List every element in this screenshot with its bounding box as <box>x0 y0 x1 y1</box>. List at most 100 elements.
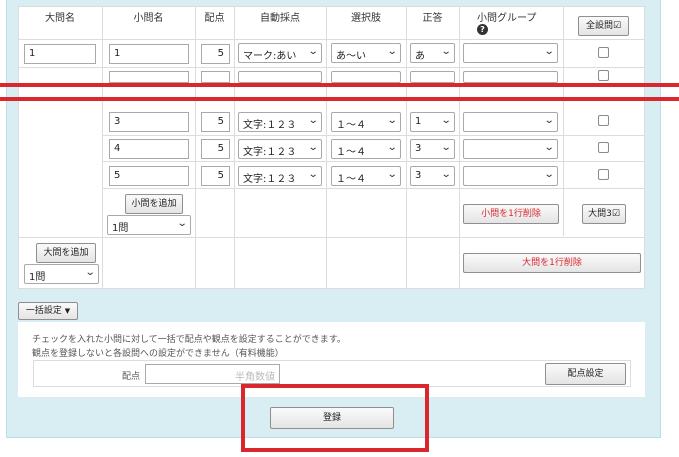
score-input[interactable]: 5 <box>201 44 230 64</box>
chevron-down-icon: ⌄ <box>440 169 452 180</box>
score-input[interactable]: 5 <box>201 112 230 132</box>
chevron-down-icon: ⌄ <box>307 46 319 57</box>
correct-answer-value: 3 <box>415 170 422 181</box>
correct-answer-select[interactable]: あ ⌄ <box>410 43 455 63</box>
auto-grading-select[interactable] <box>238 71 322 83</box>
auto-grading-select[interactable]: 文字:１２３ ⌄ <box>238 139 322 159</box>
header-group-label: 小問グループ <box>477 13 537 24</box>
group-select[interactable]: ⌄ <box>463 112 558 132</box>
chevron-down-icon: ⌄ <box>440 115 452 126</box>
auto-grading-select[interactable]: 文字:１２３ ⌄ <box>238 166 322 186</box>
bulk-score-set-button[interactable]: 配点設定 <box>545 363 626 385</box>
header-daimon: 大問名 <box>45 13 75 24</box>
correct-answer-value: 3 <box>415 143 422 154</box>
choices-value: １〜４ <box>336 174 366 185</box>
row-checkbox[interactable] <box>598 115 609 126</box>
table-divider <box>195 6 196 289</box>
bulk-desc-line1: チェックを入れた小問に対して一括で配点や観点を設定することができます。 <box>32 335 346 345</box>
choices-value: あ〜い <box>336 51 366 62</box>
bulk-score-label: 配点 <box>121 372 140 382</box>
auto-grading-select[interactable]: マーク:あい ⌄ <box>238 43 322 63</box>
header-auto-grading: 自動採点 <box>260 13 300 24</box>
correct-answer-select[interactable]: 3 ⌄ <box>410 166 455 186</box>
choices-select[interactable]: １〜４ ⌄ <box>331 166 401 186</box>
delete-daimon-row-button[interactable]: 大問を1行削除 <box>463 253 641 273</box>
table-divider <box>563 6 564 236</box>
score-input[interactable] <box>201 71 230 83</box>
delete-shomon-row-button[interactable]: 小問を1行削除 <box>463 204 559 224</box>
table-border <box>18 6 19 289</box>
help-icon[interactable]: ? <box>477 24 488 35</box>
bulk-settings-toggle[interactable]: 一括設定 ▼ <box>18 302 78 320</box>
chevron-down-icon: ⌄ <box>386 142 398 153</box>
chevron-down-icon: ⌄ <box>543 169 555 180</box>
choices-select[interactable]: １〜４ ⌄ <box>331 112 401 132</box>
correct-answer-value: 1 <box>415 116 422 127</box>
add-daimon-button[interactable]: 大問を追加 <box>36 243 96 263</box>
choices-select[interactable]: あ〜い ⌄ <box>331 43 401 63</box>
group-select[interactable]: ⌄ <box>463 139 558 159</box>
daimon3-check-button[interactable]: 大問3☑ <box>582 204 626 224</box>
correct-answer-select[interactable] <box>410 71 455 83</box>
row-checkbox[interactable] <box>598 70 609 81</box>
choices-value: １〜４ <box>336 120 366 131</box>
row-checkbox[interactable] <box>598 169 609 180</box>
correct-answer-select[interactable]: 1 ⌄ <box>410 112 455 132</box>
score-input[interactable]: 5 <box>201 166 230 186</box>
shomon-name-input[interactable]: 1 <box>109 44 189 64</box>
table-divider <box>102 188 645 189</box>
chevron-down-icon: ⌄ <box>543 46 555 57</box>
annotation-highlight-box <box>241 384 429 452</box>
group-select[interactable]: ⌄ <box>463 166 558 186</box>
row-checkbox[interactable] <box>598 142 609 153</box>
chevron-down-icon: ⌄ <box>543 115 555 126</box>
score-input[interactable]: 5 <box>201 139 230 159</box>
table-divider <box>18 237 645 238</box>
bulk-score-input[interactable]: 半角数値 <box>145 364 280 384</box>
annotation-red-line <box>0 97 679 101</box>
auto-grading-value: 文字:１２３ <box>243 120 297 131</box>
header-correct-answer: 正答 <box>422 13 443 24</box>
chevron-down-icon: ⌄ <box>386 46 398 57</box>
table-divider <box>234 6 235 289</box>
auto-grading-select[interactable]: 文字:１２３ ⌄ <box>238 112 322 132</box>
add-shomon-count-value: 1問 <box>112 223 129 234</box>
chevron-down-icon: ⌄ <box>307 169 319 180</box>
shomon-name-input[interactable]: 5 <box>109 166 189 186</box>
add-daimon-count-select[interactable]: 1問 ⌄ <box>24 264 99 284</box>
check-all-button[interactable]: 全設問☑ <box>578 16 629 36</box>
table-divider <box>18 39 645 40</box>
chevron-down-icon: ⌄ <box>386 169 398 180</box>
group-select[interactable] <box>463 71 558 83</box>
shomon-name-input[interactable] <box>109 71 189 83</box>
chevron-down-icon: ⌄ <box>440 46 452 57</box>
header-group: 小問グループ ? <box>477 9 547 36</box>
row-checkbox[interactable] <box>598 47 609 58</box>
table-divider <box>459 6 460 289</box>
chevron-down-icon: ⌄ <box>440 142 452 153</box>
chevron-down-icon: ⌄ <box>307 115 319 126</box>
add-shomon-count-select[interactable]: 1問 ⌄ <box>107 215 191 235</box>
header-choices: 選択肢 <box>351 13 381 24</box>
table-border <box>18 6 645 7</box>
chevron-down-icon: ⌄ <box>386 115 398 126</box>
choices-select[interactable]: １〜４ ⌄ <box>331 139 401 159</box>
add-shomon-button[interactable]: 小問を追加 <box>125 194 183 214</box>
correct-answer-select[interactable]: 3 ⌄ <box>410 139 455 159</box>
table-divider <box>102 161 645 162</box>
choices-select[interactable] <box>331 71 401 83</box>
table-border <box>18 288 645 289</box>
auto-grading-value: 文字:１２３ <box>243 147 297 158</box>
shomon-name-input[interactable]: 4 <box>109 139 189 159</box>
daimon-name-input[interactable]: 1 <box>24 44 96 64</box>
annotation-red-line <box>0 83 679 87</box>
table-divider <box>102 6 103 289</box>
shomon-name-input[interactable]: 3 <box>109 112 189 132</box>
table-divider <box>18 67 645 68</box>
auto-grading-value: マーク:あい <box>243 51 297 62</box>
header-shomon: 小問名 <box>133 13 164 24</box>
table-divider <box>102 135 645 136</box>
group-select[interactable]: ⌄ <box>463 43 558 63</box>
table-divider <box>326 6 327 289</box>
bulk-desc-line2: 観点を登録しないと各設問への設定ができません（有料機能） <box>32 349 284 359</box>
